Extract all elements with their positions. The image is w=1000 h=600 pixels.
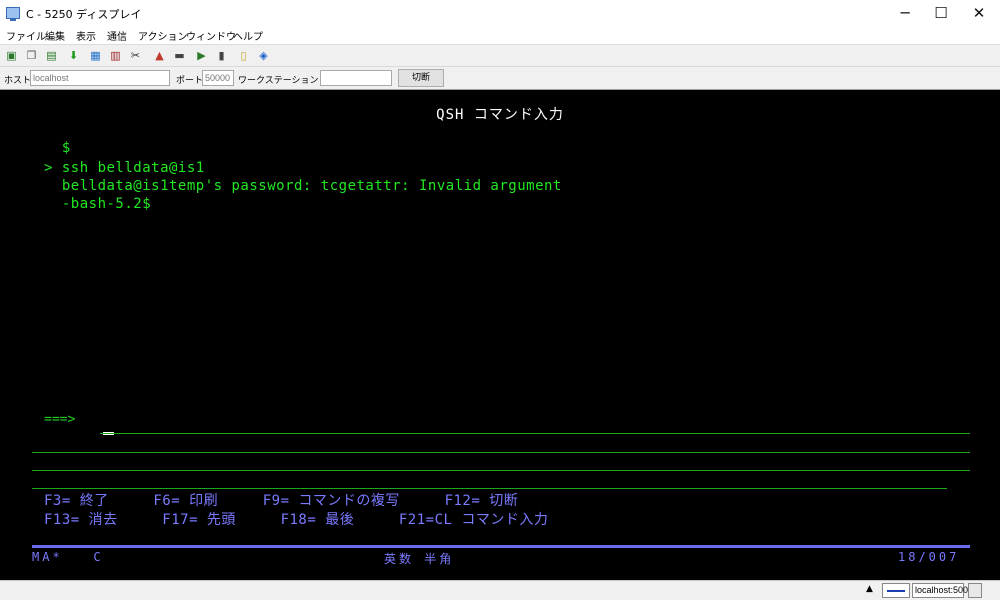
- command-prompt: ===>: [44, 412, 76, 427]
- scroll-up-icon[interactable]: ▲: [866, 584, 873, 594]
- window-title: C - 5250 ディスプレイ: [26, 8, 142, 21]
- menu-action[interactable]: アクション: [138, 28, 188, 43]
- menu-communication[interactable]: 通信: [107, 28, 127, 43]
- help-icon[interactable]: ◈: [256, 48, 271, 63]
- copy-screen-icon[interactable]: ▣: [4, 48, 19, 63]
- status-mode: MA* C: [32, 550, 104, 564]
- menu-edit[interactable]: 編集: [45, 28, 65, 43]
- lock-icon: [968, 583, 982, 598]
- output-line: > ssh belldata@is1: [44, 160, 205, 176]
- toolbar: ▣ ❐ ▤ ⬇ ▦ ▥ ✂ ▲ ▬ ▶ ▮ ▯ ◈: [0, 44, 1000, 66]
- command-input-line-2[interactable]: [32, 452, 970, 453]
- workstation-input[interactable]: [320, 70, 392, 86]
- chart-icon[interactable]: ▮: [214, 48, 229, 63]
- copy-icon[interactable]: ❐: [24, 48, 39, 63]
- output-line: belldata@is1temp's password: tcgetattr: …: [44, 178, 562, 194]
- output-line: $: [44, 140, 71, 156]
- status-line-rule: [32, 545, 970, 548]
- function-keys-row-1: F3= 終了 F6= 印刷 F9= コマンドの複写 F12= 切断: [44, 493, 519, 509]
- output-line: -bash-5.2$: [44, 196, 152, 212]
- host-input[interactable]: localhost: [30, 70, 170, 86]
- menu-bar: ファイル 編集 表示 通信 アクション ウィンドウ ヘルプ: [0, 26, 1000, 44]
- command-input-line-4[interactable]: [32, 488, 947, 489]
- screen-title: QSH コマンド入力: [436, 107, 564, 123]
- close-button[interactable]: ✕: [956, 0, 1000, 26]
- play-icon[interactable]: ▶: [194, 48, 209, 63]
- connection-bar: ホスト: localhost ポート: 50000 ワークステーション ID: …: [0, 66, 1000, 90]
- menu-help[interactable]: ヘルプ: [233, 28, 263, 43]
- stop-icon[interactable]: ▬: [172, 48, 187, 63]
- function-keys-row-2: F13= 消去 F17= 先頭 F18= 最後 F21=CL コマンド入力: [44, 512, 549, 528]
- terminal-screen[interactable]: QSH コマンド入力 $ > ssh belldata@is1 belldata…: [0, 90, 1000, 580]
- document-icon[interactable]: ▯: [236, 48, 251, 63]
- terminal-app-icon: [6, 7, 20, 21]
- command-input-line-3[interactable]: [32, 470, 970, 471]
- menu-view[interactable]: 表示: [76, 28, 96, 43]
- menu-window[interactable]: ウィンドウ: [186, 28, 236, 43]
- menu-file[interactable]: ファイル: [6, 28, 46, 43]
- disconnect-button[interactable]: 切断: [398, 69, 444, 87]
- title-bar: C - 5250 ディスプレイ ─ ☐ ✕: [0, 0, 1000, 26]
- cursor-position: 18/007: [898, 550, 960, 564]
- display-icon[interactable]: ▦: [88, 48, 103, 63]
- connection-status-icon: [882, 583, 910, 598]
- command-input-line[interactable]: [100, 433, 970, 434]
- status-bar: ▲ localhost:50000: [0, 580, 1000, 600]
- download-icon[interactable]: ⬇: [66, 48, 81, 63]
- grid-icon[interactable]: ▥: [108, 48, 123, 63]
- port-input[interactable]: 50000: [202, 70, 234, 86]
- status-host: localhost:50000: [912, 583, 978, 598]
- paste-icon[interactable]: ▤: [44, 48, 59, 63]
- macro-icon[interactable]: ✂: [128, 48, 143, 63]
- status-input-mode: 英数 半角: [384, 552, 455, 566]
- record-icon[interactable]: ▲: [152, 48, 167, 63]
